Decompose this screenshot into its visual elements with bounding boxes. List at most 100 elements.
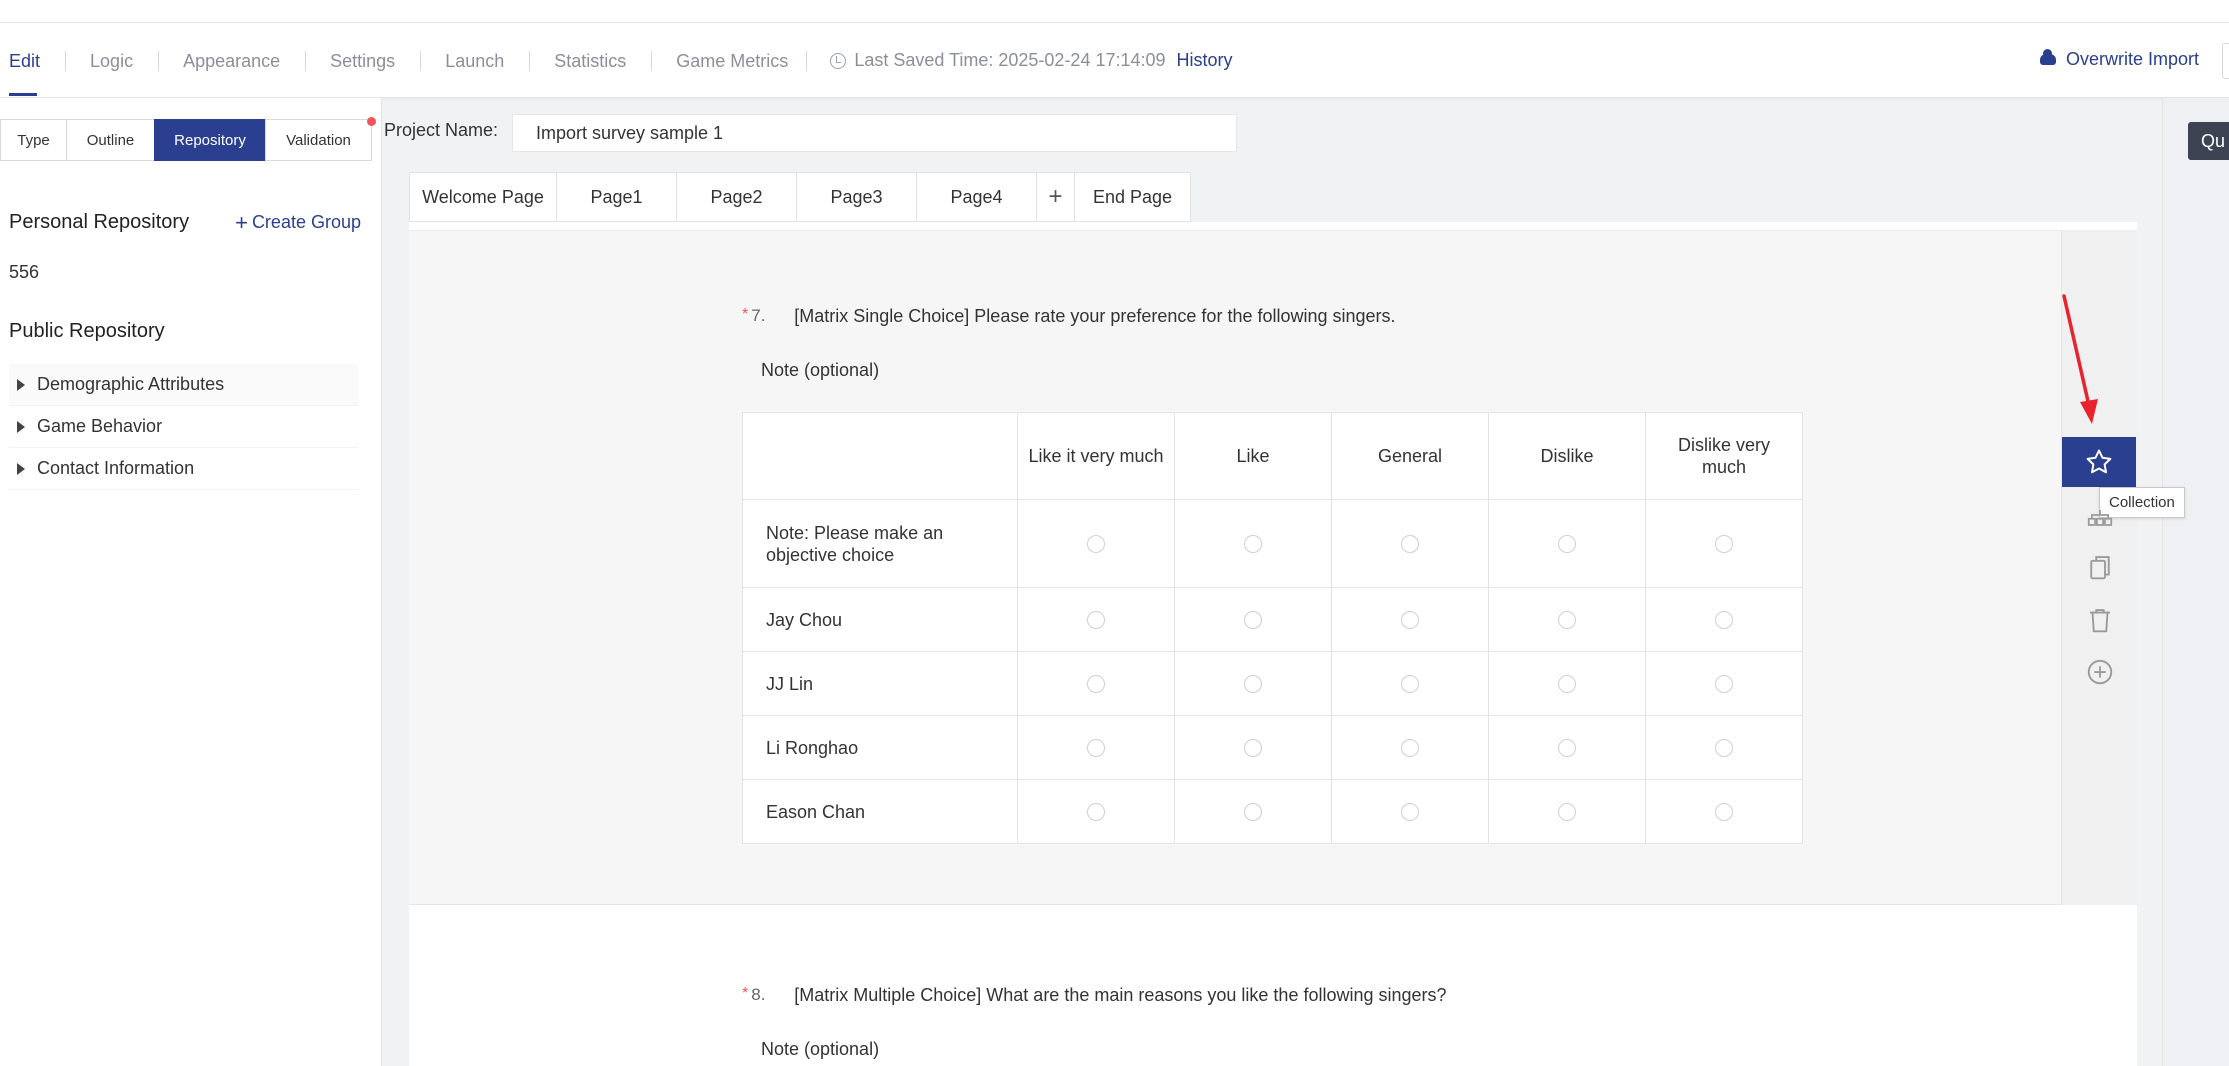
left-sidebar: Type Outline Repository Validation Perso… [0, 98, 382, 1066]
tab-logic[interactable]: Logic [65, 50, 158, 72]
radio-option[interactable] [1715, 675, 1733, 694]
question-text: [Matrix Multiple Choice] What are the ma… [794, 985, 1447, 1005]
personal-repository-header: Personal Repository + Create Group [9, 211, 361, 234]
personal-repository-title: Personal Repository [9, 211, 190, 233]
radio-option[interactable] [1715, 611, 1733, 630]
tab-edit[interactable]: Edit [0, 50, 65, 96]
radio-option[interactable] [1558, 535, 1576, 554]
radio-option[interactable] [1244, 675, 1262, 694]
required-mark: * [742, 985, 749, 1002]
question-7-title[interactable]: * 7. [Matrix Single Choice] Please rate … [742, 306, 1396, 327]
caret-right-icon [17, 462, 25, 475]
radio-option[interactable] [1401, 739, 1419, 758]
question-8-note[interactable]: Note (optional) [761, 1039, 879, 1060]
radio-option[interactable] [1244, 535, 1262, 554]
copy-icon[interactable] [2085, 552, 2115, 582]
collection-button[interactable] [2062, 437, 2136, 487]
radio-option[interactable] [1558, 739, 1576, 758]
project-name-label: Project Name: [384, 120, 499, 140]
radio-option[interactable] [1087, 803, 1105, 822]
tree-item-label: Contact Information [37, 458, 195, 478]
create-group-button[interactable]: + Create Group [235, 209, 361, 235]
page-tab-page4[interactable]: Page4 [916, 172, 1037, 222]
matrix-col-header: General [1331, 412, 1489, 500]
tab-appearance[interactable]: Appearance [158, 50, 305, 72]
page-tab-page1[interactable]: Page1 [556, 172, 677, 222]
radio-option[interactable] [1715, 535, 1733, 554]
radio-option[interactable] [1244, 739, 1262, 758]
radio-option[interactable] [1401, 611, 1419, 630]
tab-launch[interactable]: Launch [420, 50, 529, 72]
cloud-upload-icon [2040, 49, 2056, 65]
public-repository-header: Public Repository [9, 320, 361, 343]
sidebar-tab-outline[interactable]: Outline [66, 119, 155, 161]
radio-option[interactable] [1087, 535, 1105, 554]
radio-option[interactable] [1401, 535, 1419, 554]
hierarchy-icon[interactable] [2085, 500, 2115, 530]
matrix-col-header: Like it very much [1017, 412, 1175, 500]
trash-icon[interactable] [2085, 605, 2115, 635]
quick-button[interactable]: Qu [2188, 122, 2229, 160]
window-top-strip [0, 0, 2229, 23]
matrix-row-label: JJ Lin [742, 651, 1018, 716]
caret-right-icon [17, 420, 25, 433]
add-page-button[interactable]: + [1036, 172, 1075, 222]
matrix-col-header: Dislike very much [1645, 412, 1803, 500]
radio-option[interactable] [1244, 611, 1262, 630]
radio-option[interactable] [1558, 675, 1576, 694]
sidebar-tab-repository[interactable]: Repository [154, 119, 266, 161]
sidebar-tab-type[interactable]: Type [0, 119, 67, 161]
matrix-col-header: Like [1174, 412, 1332, 500]
page-tab-end[interactable]: End Page [1074, 172, 1191, 222]
notification-dot [367, 117, 376, 126]
history-link[interactable]: History [1177, 50, 1233, 71]
radio-option[interactable] [1401, 803, 1419, 822]
tree-item-contact[interactable]: Contact Information [9, 448, 358, 490]
page-tab-page3[interactable]: Page3 [796, 172, 917, 222]
radio-option[interactable] [1715, 803, 1733, 822]
add-circle-icon[interactable] [2085, 657, 2115, 687]
matrix-row: Li Ronghao [742, 715, 1803, 780]
tree-item-label: Game Behavior [37, 416, 163, 436]
sidebar-tab-validation[interactable]: Validation [265, 119, 372, 161]
radio-option[interactable] [1715, 739, 1733, 758]
question-7-note[interactable]: Note (optional) [761, 360, 879, 381]
matrix-row: Jay Chou [742, 587, 1803, 652]
matrix-row-label: Note: Please make an objective choice [742, 499, 1018, 588]
nav-edge-button[interactable] [2222, 43, 2229, 79]
question-number: 7. [751, 306, 766, 325]
overwrite-import-button[interactable]: Overwrite Import [2040, 49, 2199, 70]
question-number: 8. [751, 985, 766, 1004]
create-group-label: Create Group [251, 212, 361, 232]
tab-settings[interactable]: Settings [305, 50, 420, 72]
radio-option[interactable] [1087, 739, 1105, 758]
radio-option[interactable] [1244, 803, 1262, 822]
matrix-row: Note: Please make an objective choice [742, 499, 1803, 588]
question-8-title[interactable]: * 8. [Matrix Multiple Choice] What are t… [742, 985, 1447, 1006]
page-tab-welcome[interactable]: Welcome Page [409, 172, 557, 222]
matrix-row: Eason Chan [742, 779, 1803, 844]
project-name-input[interactable] [512, 114, 1237, 152]
last-saved-status: Last Saved Time: 2025-02-24 17:14:09 His… [806, 50, 1233, 71]
clock-icon [830, 52, 847, 69]
tree-item-game-behavior[interactable]: Game Behavior [9, 406, 358, 448]
radio-option[interactable] [1087, 675, 1105, 694]
radio-option[interactable] [1558, 611, 1576, 630]
personal-repository-item[interactable]: 556 [9, 262, 39, 283]
tree-item-label: Demographic Attributes [37, 374, 225, 394]
tab-statistics[interactable]: Statistics [529, 50, 651, 72]
plus-icon: + [235, 209, 248, 235]
radio-option[interactable] [1087, 611, 1105, 630]
star-icon [2086, 449, 2112, 474]
nav-tabs: Edit Logic Appearance Settings Launch St… [0, 23, 1233, 98]
last-saved-text: Last Saved Time: 2025-02-24 17:14:09 [854, 50, 1166, 70]
right-rail [2162, 98, 2229, 1066]
radio-option[interactable] [1558, 803, 1576, 822]
top-nav-bar: Edit Logic Appearance Settings Launch St… [0, 23, 2229, 98]
matrix-row-label: Li Ronghao [742, 715, 1018, 780]
page-tab-page2[interactable]: Page2 [676, 172, 797, 222]
sidebar-tabs: Type Outline Repository Validation [0, 119, 372, 161]
tab-game-metrics[interactable]: Game Metrics [651, 50, 806, 72]
radio-option[interactable] [1401, 675, 1419, 694]
tree-item-demographic[interactable]: Demographic Attributes [9, 364, 358, 406]
